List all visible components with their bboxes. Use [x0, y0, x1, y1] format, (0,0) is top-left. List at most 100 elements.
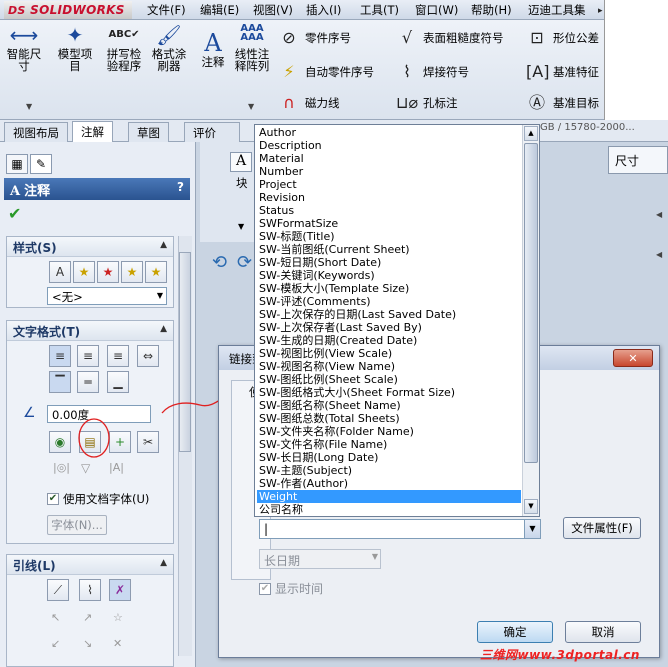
datum-feature-button[interactable]: [A] 基准特征 — [526, 62, 599, 82]
list-item[interactable]: SW-图纸比例(Sheet Scale) — [257, 373, 521, 386]
list-item[interactable]: Weight — [257, 490, 521, 503]
refresh-icon[interactable]: ⟳ — [237, 252, 252, 273]
menu-tools[interactable]: 工具(T) — [360, 2, 399, 18]
list-item[interactable]: SW-图纸名称(Sheet Name) — [257, 399, 521, 412]
list-item[interactable]: Author — [257, 126, 521, 139]
insert-surface-finish-icon[interactable]: ▽ — [81, 461, 90, 475]
list-item[interactable]: Revision — [257, 191, 521, 204]
align-bottom-icon[interactable]: ▁ — [107, 371, 129, 393]
align-right-icon[interactable]: ≡ — [107, 345, 129, 367]
apply-style-icon[interactable]: A — [49, 261, 71, 283]
expand-arrow-icon[interactable]: ◀ — [656, 210, 662, 219]
font-button[interactable]: 字体(N)... — [47, 515, 107, 535]
format-painter-button[interactable]: 🖌 格式涂刷器 — [150, 24, 188, 72]
gtol-button[interactable]: ⊡ 形位公差 — [526, 28, 599, 48]
note-pattern-dropdown-icon[interactable]: ▼ — [248, 102, 254, 111]
list-scrollbar[interactable]: ▲ ▼ — [522, 125, 539, 516]
list-item[interactable]: Description — [257, 139, 521, 152]
collapse-chevron-icon[interactable]: ▲ — [160, 324, 167, 334]
save-style-icon[interactable]: ★ — [121, 261, 143, 283]
solidworks-logo[interactable]: DS SOLIDWORKS — [4, 1, 132, 19]
ok-button[interactable]: 确定 — [477, 621, 553, 643]
magnetic-line-button[interactable]: ∩ 磁力线 — [278, 93, 339, 113]
dimension-type-box[interactable]: 尺寸 — [608, 146, 668, 174]
list-item[interactable]: SW-文件夹名称(Folder Name) — [257, 425, 521, 438]
list-item[interactable]: SW-关键词(Keywords) — [257, 269, 521, 282]
rotate-view-icon[interactable]: ⟲ — [212, 252, 227, 273]
use-document-font-checkbox[interactable]: ✔ 使用文档字体(U) — [47, 491, 149, 507]
spell-checker-button[interactable]: ABC✔ 拼写检验程序 — [104, 24, 144, 72]
close-button[interactable]: ✕ — [613, 349, 653, 367]
style-select[interactable]: <无> ▼ — [47, 287, 167, 305]
scroll-up-icon[interactable]: ▲ — [524, 126, 538, 141]
expand-arrow-icon[interactable]: ◀ — [656, 250, 662, 259]
menu-edit[interactable]: 编辑(E) — [200, 2, 239, 18]
ok-check-icon[interactable]: ✔ — [8, 204, 21, 223]
tab-evaluate[interactable]: 评价 — [184, 122, 240, 142]
leader-left-icon[interactable]: ↖ — [51, 611, 60, 624]
menu-file[interactable]: 文件(F) — [147, 2, 186, 18]
list-item[interactable]: SW-图纸格式大小(Sheet Format Size) — [257, 386, 521, 399]
list-item[interactable]: SW-视图比例(View Scale) — [257, 347, 521, 360]
align-middle-icon[interactable]: ═ — [77, 371, 99, 393]
arrow-style-icon[interactable]: ↙ — [51, 637, 60, 650]
menu-maidi-tools[interactable]: 迈迪工具集 — [528, 2, 586, 18]
menu-expand-icon[interactable]: ▸ — [598, 6, 603, 16]
list-item[interactable]: 公司名称 — [257, 503, 521, 516]
linear-note-pattern-button[interactable]: AAA AAA 线性注释阵列 — [232, 24, 272, 73]
scroll-down-icon[interactable]: ▼ — [524, 499, 538, 514]
list-item[interactable]: SW-图纸总数(Total Sheets) — [257, 412, 521, 425]
insert-gtol-icon[interactable]: |◎| — [53, 461, 70, 474]
smart-dimension-dropdown-icon[interactable]: ▼ — [26, 102, 32, 111]
list-item[interactable]: SWFormatSize — [257, 217, 521, 230]
text-format-header[interactable]: 文字格式(T) ▲ — [7, 321, 173, 341]
style-header[interactable]: 样式(S) ▲ — [7, 237, 173, 257]
list-item[interactable]: SW-主题(Subject) — [257, 464, 521, 477]
list-item[interactable]: SW-生成的日期(Created Date) — [257, 334, 521, 347]
list-item[interactable]: SW-文件名称(File Name) — [257, 438, 521, 451]
datum-target-button[interactable]: Ⓐ 基准目标 — [526, 93, 599, 113]
balloon-button[interactable]: ⊘ 零件序号 — [278, 28, 351, 48]
leader-bent-icon[interactable]: ⌇ — [79, 579, 101, 601]
block-dropdown-icon[interactable]: ▼ — [238, 222, 244, 231]
list-item[interactable]: SW-上次保存者(Last Saved By) — [257, 321, 521, 334]
model-items-button[interactable]: ✦ 模型项目 — [54, 24, 96, 72]
list-item[interactable]: SW-标题(Title) — [257, 230, 521, 243]
note-button[interactable]: A 注释 — [198, 31, 228, 68]
list-item[interactable]: SW-评述(Comments) — [257, 295, 521, 308]
note-a-icon[interactable]: A — [230, 152, 252, 172]
leader-right-icon[interactable]: ↗ — [83, 611, 92, 624]
tab-annotation[interactable]: 注解 — [72, 121, 113, 142]
chevron-down-icon[interactable]: ▼ — [524, 520, 540, 538]
menu-help[interactable]: 帮助(H) — [471, 2, 512, 18]
list-item[interactable]: Number — [257, 165, 521, 178]
hole-callout-button[interactable]: ⊔⌀ 孔标注 — [396, 93, 458, 113]
tab-sketch[interactable]: 草图 — [128, 122, 169, 142]
list-item[interactable]: SW-模板大小(Template Size) — [257, 282, 521, 295]
property-combobox[interactable]: | ▼ — [259, 519, 541, 539]
align-top-icon[interactable]: ▔ — [49, 371, 71, 393]
show-time-checkbox[interactable]: ✔ 显示时间 — [259, 580, 323, 597]
add-symbol-icon[interactable]: + — [109, 431, 131, 453]
list-item[interactable]: SW-视图名称(View Name) — [257, 360, 521, 373]
surface-finish-button[interactable]: √ 表面粗糙度符号 — [396, 28, 504, 48]
leader-straight-icon[interactable]: ⟋ — [47, 579, 69, 601]
lock-symbol-icon[interactable]: ✂ — [137, 431, 159, 453]
list-item[interactable]: Status — [257, 204, 521, 217]
no-leader-icon[interactable]: ✗ — [109, 579, 131, 601]
feature-manager-tab-icon[interactable]: ▦ — [6, 154, 28, 174]
justify-icon[interactable]: ⇔ — [137, 345, 159, 367]
list-item[interactable]: SW-当前图纸(Current Sheet) — [257, 243, 521, 256]
file-properties-button[interactable]: 文件属性(F) — [563, 517, 641, 539]
list-item[interactable]: Material — [257, 152, 521, 165]
list-item[interactable]: SW-作者(Author) — [257, 477, 521, 490]
collapse-chevron-icon[interactable]: ▲ — [160, 240, 167, 250]
list-item[interactable]: SW-长日期(Long Date) — [257, 451, 521, 464]
menu-window[interactable]: 窗口(W) — [415, 2, 458, 18]
arrow-style-icon[interactable]: ✕ — [113, 637, 122, 650]
align-center-icon[interactable]: ≡ — [77, 345, 99, 367]
tab-view-layout[interactable]: 视图布局 — [4, 122, 68, 142]
property-dropdown-list[interactable]: ▲ ▼ Author Description Material Number Proje… — [254, 124, 540, 517]
insert-datum-icon[interactable]: |A| — [109, 461, 124, 474]
menu-insert[interactable]: 插入(I) — [306, 2, 341, 18]
